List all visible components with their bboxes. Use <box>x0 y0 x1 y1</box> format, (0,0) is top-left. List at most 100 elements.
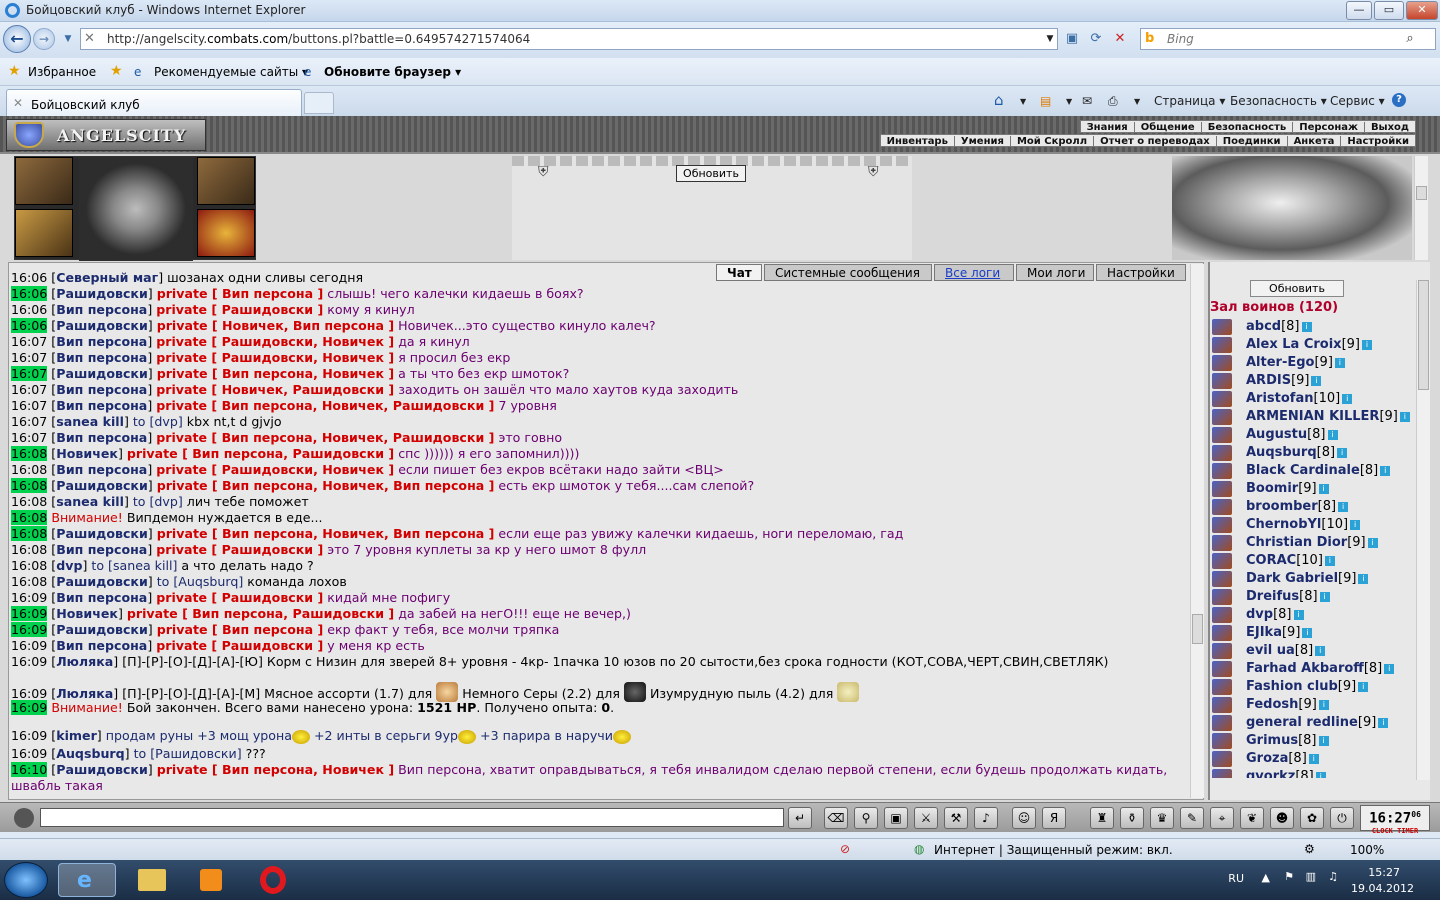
user-nick[interactable]: Alter-Ego <box>1246 355 1314 370</box>
popup-blocked-icon[interactable]: ⊘ <box>840 842 850 856</box>
user-nick[interactable]: Alex La Croix <box>1246 337 1342 352</box>
chat-private-target[interactable]: private [ Рашидовски, Новичек ] <box>156 350 394 365</box>
chat-to-target[interactable]: to [dvp] <box>133 414 183 429</box>
user-nick[interactable]: ARDIS <box>1246 373 1291 388</box>
home-dropdown-icon[interactable]: ▼ <box>1020 97 1026 106</box>
animal-icon[interactable]: ❦ <box>1240 807 1264 829</box>
taskbar-explorer-icon[interactable] <box>122 863 180 897</box>
user-info-icon[interactable]: i <box>1378 717 1389 728</box>
chat-nick[interactable]: Рашидовски <box>56 574 148 589</box>
chat-nick[interactable]: dvp <box>56 558 82 573</box>
chat-private-target[interactable]: private [ Рашидовски, Новичек ] <box>156 462 394 477</box>
chat-to-target[interactable]: to [Рашидовски] <box>134 746 242 761</box>
gloves-slot[interactable] <box>15 157 73 205</box>
private-message-icon[interactable] <box>1212 571 1232 587</box>
user-list-item[interactable]: Auqsburq[8] i <box>1210 444 1416 462</box>
user-nick[interactable]: Fashion club <box>1246 679 1338 694</box>
user-info-icon[interactable]: i <box>1367 537 1378 548</box>
volume-icon[interactable]: ♫ <box>1328 870 1338 883</box>
chat-nick[interactable]: Вип персона <box>56 430 147 445</box>
chat-to-target[interactable]: to [dvp] <box>133 494 183 509</box>
user-info-icon[interactable]: i <box>1318 699 1329 710</box>
chat-private-target[interactable]: private [ Рашидовски, Новичек ] <box>156 334 394 349</box>
tray-date[interactable]: 19.04.2012 <box>1351 882 1414 895</box>
private-message-icon[interactable] <box>1212 409 1232 425</box>
menu-inventory[interactable]: Инвентарь <box>880 136 955 147</box>
user-info-icon[interactable]: i <box>1361 339 1372 350</box>
user-list-item[interactable]: gvorkz[8] i <box>1210 768 1416 778</box>
private-message-icon[interactable] <box>1212 553 1232 569</box>
user-nick[interactable]: Christian Dior <box>1246 535 1347 550</box>
chat-private-target[interactable]: private [ Вип персона, Новичек, Вип перс… <box>157 526 495 541</box>
tray-time[interactable]: 15:27 <box>1368 866 1400 879</box>
chat-nick[interactable]: Рашидовски <box>56 762 148 777</box>
bag-icon[interactable]: ♜ <box>1090 807 1114 829</box>
user-info-icon[interactable]: i <box>1311 375 1322 386</box>
user-info-icon[interactable]: i <box>1327 429 1338 440</box>
send-icon[interactable]: ↵ <box>788 807 812 829</box>
private-message-icon[interactable] <box>1212 661 1232 677</box>
tab-all-logs[interactable]: Все логи <box>934 264 1014 281</box>
chat-private-target[interactable]: private [ Рашидовски ] <box>156 542 323 557</box>
stop-icon[interactable]: ✕ <box>1110 29 1130 49</box>
menu-security[interactable]: Безопасность <box>1201 122 1294 133</box>
weapon-slot[interactable] <box>15 209 73 257</box>
chat-private-target[interactable]: private [ Новичек, Рашидовски ] <box>156 382 394 397</box>
user-nick[interactable]: Boomir <box>1246 481 1298 496</box>
user-list-item[interactable]: Boomir[9] i <box>1210 480 1416 498</box>
forward-arrow-icon[interactable]: → <box>33 28 55 50</box>
print-icon[interactable]: ⎙ <box>1108 94 1118 109</box>
chat-private-target[interactable]: private [ Рашидовски ] <box>156 302 323 317</box>
potion-icon[interactable]: ⚱ <box>1120 807 1144 829</box>
chat-private-target[interactable]: private [ Вип персона, Новичек, Рашидовс… <box>156 398 494 413</box>
user-nick[interactable]: Groza <box>1246 751 1288 766</box>
taskbar-ie-icon[interactable]: e <box>58 863 116 897</box>
minimize-button[interactable]: — <box>1346 1 1372 20</box>
favorites-button[interactable]: Избранное <box>28 65 96 79</box>
chat-nick[interactable]: Вип персона <box>56 302 147 317</box>
user-info-icon[interactable]: i <box>1302 627 1313 638</box>
feeds-dropdown-icon[interactable]: ▼ <box>1066 97 1072 106</box>
home-icon[interactable]: ⌂ <box>994 91 1004 109</box>
page-menu[interactable]: Страница ▾ <box>1154 94 1225 108</box>
user-list-item[interactable]: Alex La Croix[9] i <box>1210 336 1416 354</box>
user-list-item[interactable]: ARMENIAN KILLER[9] i <box>1210 408 1416 426</box>
read-mail-icon[interactable]: ✉ <box>1082 94 1092 108</box>
chat-message-input[interactable] <box>40 808 784 827</box>
user-info-icon[interactable]: i <box>1318 735 1329 746</box>
recommended-sites-link[interactable]: Рекомендуемые сайты ▾ <box>154 65 308 79</box>
taskbar-opera-icon[interactable] <box>244 863 302 897</box>
address-dropdown-icon[interactable]: ▼ <box>1040 29 1060 49</box>
private-message-icon[interactable] <box>1212 535 1232 551</box>
safety-menu[interactable]: Безопасность ▾ <box>1230 94 1327 108</box>
sound-icon[interactable]: ♪ <box>974 807 998 829</box>
compatibility-view-icon[interactable]: ▣ <box>1062 29 1082 49</box>
user-nick[interactable]: EJIka <box>1246 625 1282 640</box>
user-info-icon[interactable]: i <box>1350 519 1361 530</box>
chat-private-target[interactable]: private [ Рашидовски ] <box>156 590 323 605</box>
user-info-icon[interactable]: i <box>1324 555 1335 566</box>
chat-nick[interactable]: Рашидовски <box>56 622 148 637</box>
chat-private-target[interactable]: private [ Новичек, Вип персона ] <box>157 318 394 333</box>
tools-icon[interactable]: ⚒ <box>944 807 968 829</box>
user-nick[interactable]: Fedosh <box>1246 697 1298 712</box>
user-nick[interactable]: broomber <box>1246 499 1318 514</box>
private-message-icon[interactable] <box>1212 715 1232 731</box>
user-list-item[interactable]: dvp[8] i <box>1210 606 1416 624</box>
user-nick[interactable]: ChernobYl <box>1246 517 1321 532</box>
private-message-icon[interactable] <box>1212 373 1232 389</box>
user-list-item[interactable]: Aristofan[10] i <box>1210 390 1416 408</box>
user-list-item[interactable]: Augustu[8] i <box>1210 426 1416 444</box>
menu-battles[interactable]: Поединки <box>1216 136 1288 147</box>
chat-to-target[interactable]: to [sanea kill] <box>91 558 177 573</box>
exit-icon[interactable]: ⏻ <box>1330 807 1354 829</box>
user-nick[interactable]: Black Cardinale <box>1246 463 1360 478</box>
private-message-icon[interactable] <box>1212 769 1232 778</box>
user-info-icon[interactable]: i <box>1358 573 1369 584</box>
tools-menu[interactable]: Сервис ▾ <box>1330 94 1385 108</box>
user-nick[interactable]: Aristofan <box>1246 391 1314 406</box>
user-info-icon[interactable]: i <box>1338 501 1349 512</box>
user-nick[interactable]: Dark Gabriel <box>1246 571 1338 586</box>
user-list-item[interactable]: evil ua[8] i <box>1210 642 1416 660</box>
menu-profile[interactable]: Анкета <box>1287 136 1342 147</box>
